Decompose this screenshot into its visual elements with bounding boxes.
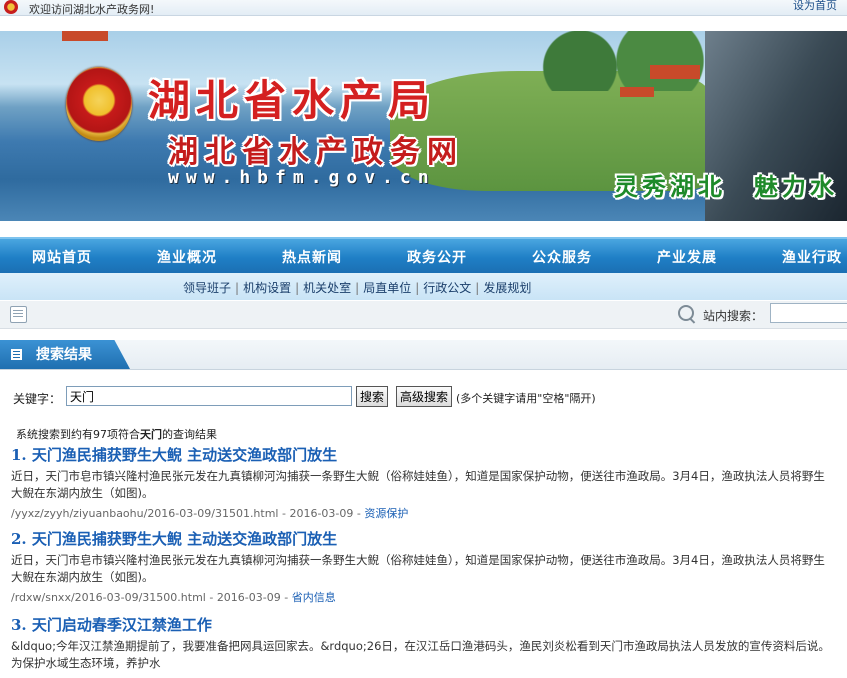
nav-item-hot-news[interactable]: 热点新闻: [282, 247, 342, 267]
result-date: 2016-03-09: [289, 507, 354, 520]
nav-item-overview[interactable]: 渔业概况: [157, 247, 217, 267]
summary-prefix: 系统搜索到约有97项符合: [16, 428, 140, 441]
site-banner: 湖北省水产局 湖北省水产政务网 www.hbfm.gov.cn 灵秀湖北 魅力水: [0, 31, 847, 221]
result-summary: 系统搜索到约有97项符合天门的查询结果: [16, 426, 217, 442]
sub-nav-links: 领导班子 | 机构设置 | 机关处室 | 局直单位 | 行政公文 | 发展规划: [183, 279, 531, 296]
document-icon: [10, 306, 27, 323]
search-button[interactable]: 搜索: [356, 386, 389, 407]
subnav-item-planning[interactable]: 发展规划: [483, 281, 531, 295]
result-snippet: 近日，天门市皂市镇兴隆村渔民张元发在九真镇柳河沟捕获一条野生大鲵（俗称娃娃鱼），…: [11, 553, 825, 584]
search-icon: [678, 305, 694, 321]
site-search-label: 站内搜索：: [703, 309, 764, 323]
subnav-item-structure[interactable]: 机构设置: [243, 281, 291, 295]
advanced-search-button[interactable]: 高级搜索: [396, 386, 453, 407]
result-date: 2016-03-09: [216, 591, 281, 604]
subnav-separator: |: [415, 281, 420, 295]
result-heading: 搜索结果: [36, 347, 92, 363]
result-url: /yyxz/zyyh/ziyuanbaohu/2016-03-09/31501.…: [11, 507, 279, 520]
result-snippet: &ldquo;今年汉江禁渔期提前了，我要准备把网具运回家去。&rdquo;26日…: [11, 639, 830, 670]
keyword-input[interactable]: [66, 386, 352, 406]
subnav-item-leadership[interactable]: 领导班子: [183, 281, 231, 295]
subnav-separator: |: [295, 281, 300, 295]
nav-item-fishery-admin[interactable]: 渔业行政: [782, 247, 842, 267]
result-title-link[interactable]: 2. 天门渔民捕获野生大鲵 主动送交渔政部门放生: [11, 530, 337, 548]
keyword-hint: (多个关键字请用"空格"隔开): [456, 392, 596, 405]
result-url: /rdxw/snxx/2016-03-09/31500.html: [11, 591, 206, 604]
nav-item-gov-affairs[interactable]: 政务公开: [407, 247, 467, 267]
subnav-item-departments[interactable]: 机关处室: [303, 281, 351, 295]
subnav-separator: |: [475, 281, 480, 295]
result-item: 2. 天门渔民捕获野生大鲵 主动送交渔政部门放生 近日，天门市皂市镇兴隆村渔民张…: [11, 530, 831, 605]
banner-slogan: 灵秀湖北 魅力水: [614, 173, 838, 201]
set-homepage-link[interactable]: 设为首页: [793, 0, 837, 13]
result-snippet: 近日，天门市皂市镇兴隆村渔民张元发在九真镇柳河沟捕获一条野生大鲵（俗称娃娃鱼），…: [11, 469, 825, 500]
main-nav: 网站首页 渔业概况 热点新闻 政务公开 公众服务 产业发展 渔业行政: [0, 237, 847, 273]
banner-pavilion-image: [650, 65, 700, 79]
nav-item-home[interactable]: 网站首页: [32, 247, 92, 267]
result-meta: /yyxz/zyyh/ziyuanbaohu/2016-03-09/31501.…: [11, 507, 409, 520]
result-title-link[interactable]: 1. 天门渔民捕获野生大鲵 主动送交渔政部门放生: [11, 446, 337, 464]
result-item: 3. 天门启动春季汉江禁渔工作 &ldquo;今年汉江禁渔期提前了，我要准备把网…: [11, 616, 831, 672]
list-icon: [11, 349, 22, 360]
keyword-label: 关键字：: [13, 392, 62, 406]
national-emblem-icon: [4, 0, 18, 14]
summary-keyword: 天门: [140, 428, 162, 441]
subnav-item-units[interactable]: 局直单位: [363, 281, 411, 295]
banner-pavilion-image: [620, 87, 654, 97]
site-search-input[interactable]: [770, 303, 847, 323]
banner-trees-image: [520, 31, 720, 91]
national-emblem-logo: [66, 67, 132, 141]
subnav-separator: |: [355, 281, 360, 295]
result-item: 1. 天门渔民捕获野生大鲵 主动送交渔政部门放生 近日，天门市皂市镇兴隆村渔民张…: [11, 446, 831, 521]
site-url: www.hbfm.gov.cn: [168, 167, 436, 188]
site-subtitle: 湖北省水产政务网: [168, 135, 464, 170]
result-category-link[interactable]: 资源保护: [364, 507, 408, 520]
top-bar: 欢迎访问湖北水产政务网! 设为首页: [0, 0, 847, 16]
nav-item-public-service[interactable]: 公众服务: [532, 247, 592, 267]
result-title-link[interactable]: 3. 天门启动春季汉江禁渔工作: [11, 616, 212, 634]
result-category-link[interactable]: 省内信息: [292, 591, 336, 604]
nav-item-industry[interactable]: 产业发展: [657, 247, 717, 267]
site-title: 湖北省水产局: [148, 76, 437, 125]
banner-pavilion-image: [62, 31, 108, 41]
sub-nav: 领导班子 | 机构设置 | 机关处室 | 局直单位 | 行政公文 | 发展规划: [0, 273, 847, 300]
welcome-text: 欢迎访问湖北水产政务网!: [29, 3, 155, 16]
subnav-separator: |: [235, 281, 240, 295]
result-meta: /rdxw/snxx/2016-03-09/31500.html - 2016-…: [11, 591, 336, 604]
subnav-item-documents[interactable]: 行政公文: [423, 281, 471, 295]
summary-suffix: 的查询结果: [162, 428, 217, 441]
